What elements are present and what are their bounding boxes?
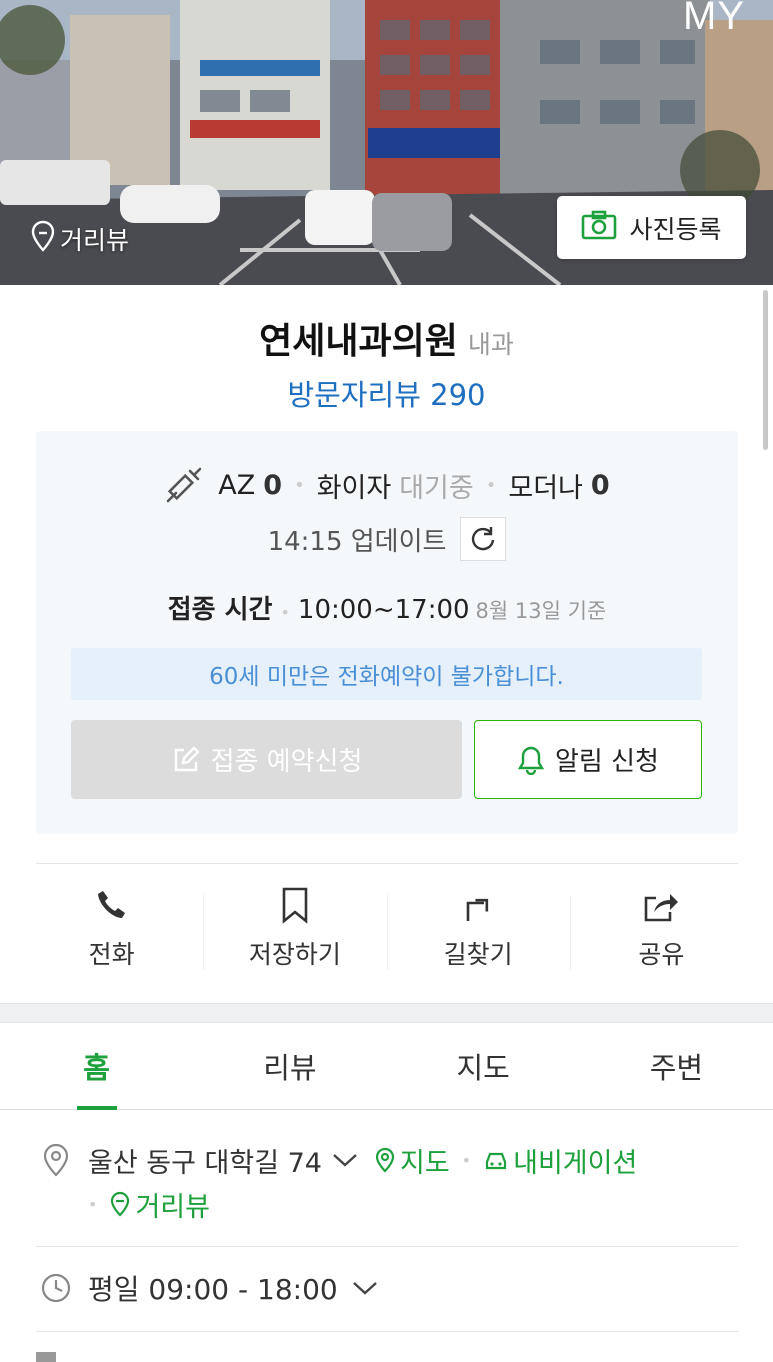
phone-reservation-notice: 60세 미만은 전화예약이 불가합니다. <box>71 648 702 700</box>
share-icon <box>642 885 680 925</box>
divider <box>36 1331 738 1332</box>
place-category: 내과 <box>467 330 514 359</box>
address-text[interactable]: 울산 동구 대학길 74 <box>88 1141 322 1180</box>
tab-review[interactable]: 리뷰 <box>193 1022 386 1109</box>
directions-icon <box>462 885 494 925</box>
separator-dot: • <box>88 1194 98 1214</box>
map-link-label: 지도 <box>399 1147 450 1179</box>
edit-icon <box>171 745 201 775</box>
chevron-down-icon[interactable] <box>352 1280 378 1296</box>
address-line-2: • 거리뷰 <box>88 1182 738 1226</box>
call-label: 전화 <box>88 940 135 969</box>
tab-home[interactable]: 홈 <box>0 1022 193 1109</box>
alarm-request-button[interactable]: 알림 신청 <box>474 720 702 799</box>
next-row-cutoff <box>36 1352 738 1362</box>
divider <box>36 863 738 864</box>
camera-icon <box>581 210 617 246</box>
vaccination-time-row: 접종 시간 • 10:00~17:00 8월 13일 기준 <box>36 589 738 626</box>
chevron-down-icon[interactable] <box>332 1152 358 1168</box>
street-view-link-label: 거리뷰 <box>135 1191 210 1223</box>
moderna-count: 0 <box>590 469 610 501</box>
refresh-button[interactable] <box>460 517 507 561</box>
directions-label: 길찾기 <box>443 940 513 969</box>
map-pin-icon <box>375 1147 395 1173</box>
save-label: 저장하기 <box>248 940 341 969</box>
syringe-icon <box>164 465 204 505</box>
vaccine-reserve-button[interactable]: 접종 예약신청 <box>71 720 462 799</box>
street-view-photo[interactable]: MY 거리뷰 사진등록 <box>0 0 773 285</box>
navigation-link[interactable]: 내비게이션 <box>483 1141 637 1180</box>
clock-icon <box>36 1272 76 1304</box>
vaccination-time-basis: 8월 13일 기준 <box>475 599 607 623</box>
alarm-request-label: 알림 신청 <box>555 747 659 777</box>
map-link[interactable]: 지도 <box>374 1141 450 1180</box>
address-section: 울산 동구 대학길 74 지도 • 내비게이션 • 거리뷰 <box>36 1138 738 1226</box>
vaccination-time-label: 접종 시간 <box>167 595 273 625</box>
my-button[interactable]: MY <box>683 0 745 39</box>
action-bar: 전화 저장하기 길찾기 공유 <box>20 885 753 985</box>
az-count: 0 <box>263 469 283 501</box>
vaccine-reserve-label: 접종 예약신청 <box>210 747 363 777</box>
separator-dot: • <box>461 1150 472 1170</box>
moderna-label: 모더나 <box>508 472 583 504</box>
update-time: 14:15 업데이트 <box>267 526 447 557</box>
share-button[interactable]: 공유 <box>569 885 753 985</box>
place-name: 연세내과의원 <box>259 321 458 362</box>
separator-dot: • <box>294 474 305 496</box>
street-view-link[interactable]: 거리뷰 <box>109 1185 210 1224</box>
car-icon <box>486 1152 507 1170</box>
share-label: 공유 <box>638 940 685 969</box>
separator-dot: • <box>280 603 290 622</box>
street-view-label[interactable]: 거리뷰 <box>30 220 129 258</box>
tab-bar: 홈 리뷰 지도 주변 <box>0 1022 773 1110</box>
photo-register-label: 사진등록 <box>629 214 722 244</box>
call-button[interactable]: 전화 <box>20 885 203 985</box>
address-line: 울산 동구 대학길 74 지도 • 내비게이션 <box>36 1138 738 1182</box>
directions-button[interactable]: 길찾기 <box>386 885 570 985</box>
location-pin-icon <box>36 1142 76 1178</box>
vaccine-panel: AZ 0 • 화이자 대기중 • 모더나 0 14:15 업데이트 접종 시간 • 1… <box>36 431 738 834</box>
bell-icon <box>517 745 545 775</box>
photo-register-button[interactable]: 사진등록 <box>557 196 746 259</box>
bookmark-icon <box>280 885 310 925</box>
visitor-review-link[interactable]: 방문자리뷰 290 <box>0 372 773 414</box>
place-title-row: 연세내과의원 내과 <box>0 312 773 364</box>
pfizer-label: 화이자 <box>316 472 392 504</box>
divider <box>36 1246 738 1247</box>
refresh-icon <box>472 527 495 551</box>
tab-map[interactable]: 지도 <box>387 1022 580 1109</box>
update-row: 14:15 업데이트 <box>36 517 738 561</box>
vaccine-stock-row: AZ 0 • 화이자 대기중 • 모더나 0 <box>36 465 738 505</box>
next-row-icon <box>36 1352 56 1362</box>
street-view-pin-icon <box>111 1191 130 1217</box>
az-label: AZ <box>218 469 256 501</box>
phone-icon <box>95 885 129 925</box>
tab-nearby[interactable]: 주변 <box>580 1022 773 1109</box>
street-view-text: 거리뷰 <box>60 226 130 255</box>
section-gap <box>0 1003 773 1023</box>
location-pin-icon <box>30 220 56 258</box>
save-button[interactable]: 저장하기 <box>203 885 386 985</box>
business-hours-text: 평일 09:00 - 18:00 <box>88 1273 338 1306</box>
vaccination-time-value: 10:00~17:00 <box>297 595 470 625</box>
business-hours-row[interactable]: 평일 09:00 - 18:00 <box>36 1266 378 1310</box>
navigation-link-label: 내비게이션 <box>513 1147 638 1179</box>
separator-dot: • <box>485 474 497 496</box>
pfizer-status: 대기중 <box>399 472 474 504</box>
